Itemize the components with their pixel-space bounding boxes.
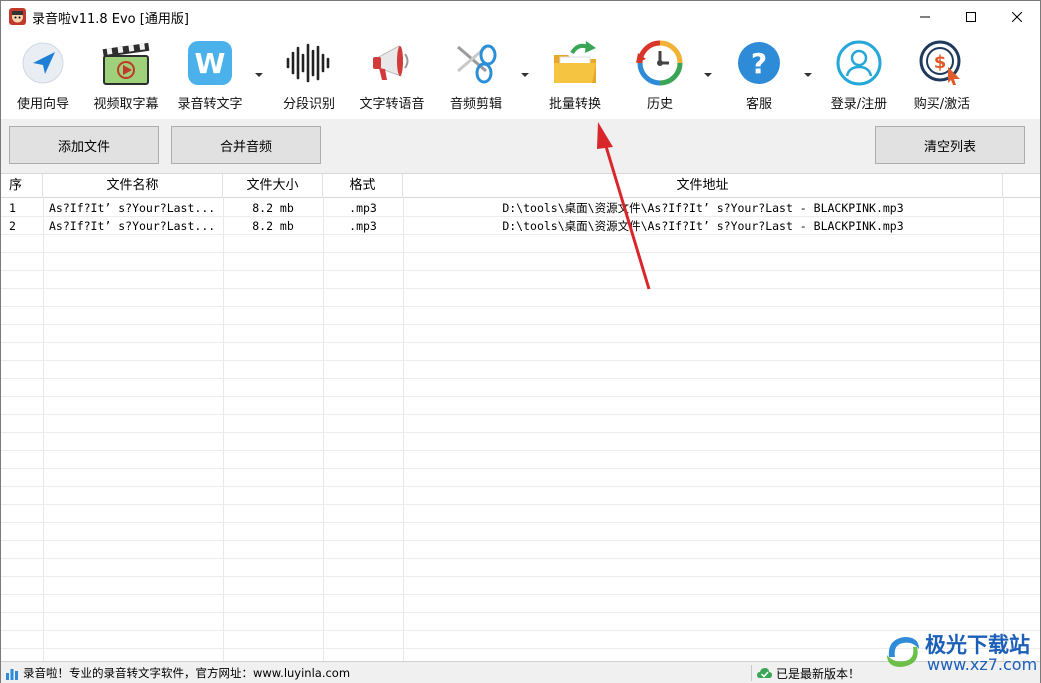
grid-row-line — [1, 378, 1040, 379]
history-clock-icon — [636, 40, 683, 86]
column-header-name[interactable]: 文件名称 — [43, 174, 223, 198]
add-file-button[interactable]: 添加文件 — [9, 126, 159, 164]
toolbar-video-subtitle[interactable]: 视频取字幕 — [90, 38, 162, 118]
grid-row-line — [1, 414, 1040, 415]
row-file-size: 8.2 mb — [252, 201, 294, 215]
window-title: 录音啦v11.8 Evo [通用版] — [32, 12, 189, 27]
status-divider — [751, 665, 752, 681]
grid-row-line — [1, 522, 1040, 523]
watermark-logo-icon — [887, 637, 919, 667]
toolbar-audio-edit[interactable]: 音频剪辑 — [447, 38, 505, 118]
toolbar-login[interactable]: 登录/注册 — [823, 38, 895, 118]
file-list-table: 序 文件名称 文件大小 格式 文件地址 1 As?If?It’ s?Your?L… — [1, 173, 1040, 661]
toolbar: 使用向导 视频取字幕 W 录音转文字 分段识别 文字转语音 音频剪辑 批量转换 … — [1, 32, 1040, 119]
row-file-size: 8.2 mb — [252, 219, 294, 233]
toolbar-purchase[interactable]: $ 购买/激活 — [906, 38, 978, 118]
toolbar-speech-to-text[interactable]: W 录音转文字 — [174, 38, 246, 118]
grid-row-line — [1, 576, 1040, 577]
grid-column-line — [323, 198, 324, 661]
table-header: 序 文件名称 文件大小 格式 文件地址 — [1, 174, 1040, 198]
scissors-icon — [457, 44, 497, 84]
toolbar-batch-convert[interactable]: 批量转换 — [546, 38, 604, 118]
grid-row-line — [1, 486, 1040, 487]
app-logo-icon — [9, 8, 26, 25]
maximize-button[interactable] — [948, 1, 994, 32]
svg-text:?: ? — [751, 47, 767, 80]
waveform-icon — [286, 43, 330, 83]
svg-text:$: $ — [934, 52, 947, 73]
grid-row-line — [1, 594, 1040, 595]
svg-text:W: W — [195, 47, 226, 80]
grid-row-line — [1, 306, 1040, 307]
grid-row-line — [1, 432, 1040, 433]
video-subtitle-icon — [102, 42, 150, 85]
maximize-icon — [966, 11, 976, 22]
merge-audio-button[interactable]: 合并音频 — [171, 126, 321, 164]
row-index: 1 — [9, 201, 16, 215]
grid-column-line — [403, 198, 404, 661]
megaphone-icon — [373, 45, 409, 80]
row-file-path: D:\tools\桌面\资源文件\As?If?It’ s?Your?Last -… — [502, 219, 904, 233]
toolbar-support[interactable]: ? 客服 — [730, 38, 788, 118]
row-file-path: D:\tools\桌面\资源文件\As?If?It’ s?Your?Last -… — [502, 201, 904, 215]
column-header-path[interactable]: 文件地址 — [403, 174, 1003, 198]
grid-row-line — [1, 360, 1040, 361]
speech-to-text-icon: W — [188, 41, 232, 85]
speech-to-text-dropdown[interactable] — [255, 73, 263, 77]
close-icon — [1012, 11, 1022, 22]
grid-row-line — [1, 252, 1040, 253]
watermark: 极光下载站 www.xz7.com — [883, 627, 1037, 677]
grid-column-line — [43, 198, 44, 661]
grid-row-line — [1, 612, 1040, 613]
grid-row-line — [1, 558, 1040, 559]
grid-row-line — [1, 396, 1040, 397]
clear-list-button[interactable]: 清空列表 — [875, 126, 1025, 164]
watermark-url: www.xz7.com — [927, 655, 1038, 674]
grid-row-line — [1, 324, 1040, 325]
grid-row-line — [1, 270, 1040, 271]
toolbar-segment-recognition[interactable]: 分段识别 — [280, 38, 338, 118]
support-dropdown[interactable] — [804, 73, 812, 77]
row-file-format: .mp3 — [349, 219, 377, 233]
row-file-name: As?If?It’ s?Your?Last... — [49, 219, 216, 233]
folder-convert-icon — [554, 41, 596, 83]
toolbar-text-to-speech[interactable]: 文字转语音 — [356, 38, 428, 118]
grid-row-line — [1, 540, 1040, 541]
grid-column-line — [1003, 198, 1004, 661]
cloud-check-icon — [757, 668, 772, 678]
purchase-icon: $ — [919, 40, 961, 85]
grid-row-line — [1, 342, 1040, 343]
toolbar-history[interactable]: 历史 — [631, 38, 689, 118]
audio-edit-dropdown[interactable] — [521, 73, 529, 77]
title-bar: 录音啦v11.8 Evo [通用版] — [1, 1, 1040, 32]
help-icon: ? — [738, 42, 780, 84]
action-bar: 添加文件 合并音频 清空列表 — [1, 119, 1040, 173]
minimize-icon — [920, 16, 930, 17]
column-header-index[interactable]: 序 — [1, 174, 43, 198]
column-header-size[interactable]: 文件大小 — [223, 174, 323, 198]
grid-row-line — [1, 288, 1040, 289]
status-message: 录音啦！专业的录音转文字软件，官方网址：www.luyinla.com — [23, 666, 351, 680]
minimize-button[interactable] — [902, 1, 948, 32]
column-header-format[interactable]: 格式 — [323, 174, 403, 198]
grid-row-line — [1, 504, 1040, 505]
history-dropdown[interactable] — [704, 73, 712, 77]
app-window: 录音啦v11.8 Evo [通用版] 使用向导 视频取字幕 W 录音转文字 分段… — [0, 0, 1041, 683]
grid-row-line — [1, 468, 1040, 469]
row-index: 2 — [9, 219, 16, 233]
user-icon — [836, 40, 882, 86]
version-status: 已是最新版本！ — [776, 667, 861, 681]
row-file-format: .mp3 — [349, 201, 377, 215]
grid-column-line — [223, 198, 224, 661]
row-file-name: As?If?It’ s?Your?Last... — [49, 201, 216, 215]
guide-arrow-icon — [22, 42, 64, 84]
toolbar-guide[interactable]: 使用向导 — [14, 38, 72, 118]
bar-chart-icon — [6, 669, 18, 680]
close-button[interactable] — [994, 1, 1040, 32]
grid-row-line — [1, 450, 1040, 451]
